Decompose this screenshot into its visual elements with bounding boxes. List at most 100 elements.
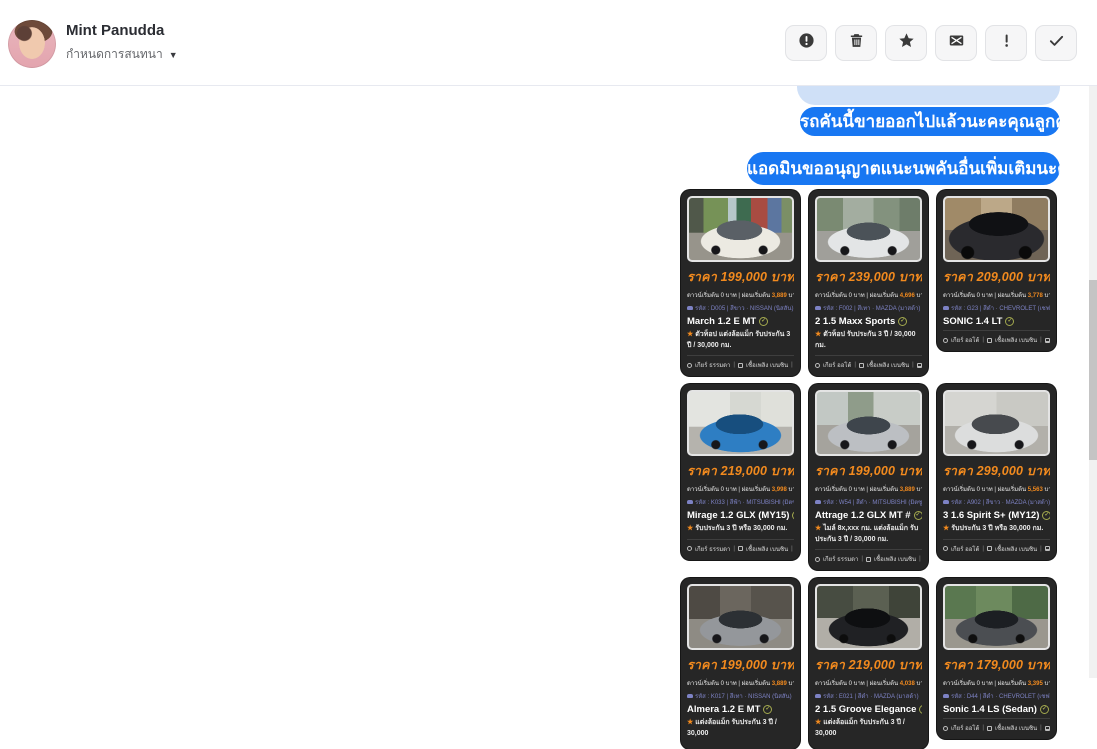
star-icon: ★ bbox=[687, 331, 694, 338]
code-text: รหัส : E021 | สีดำ · MAZDA (มาสด้า) bbox=[823, 694, 919, 700]
card-footer: เกียร์ ธรรมดา | เชื้อเพลิง เบนซิน | ปี 2… bbox=[687, 355, 794, 370]
finance-line: ดาวน์เริ่มต้น 0 บาท | ผ่อนเริ่มต้น 5,563… bbox=[943, 484, 1050, 494]
car-price: ราคา 179,000 บาท bbox=[943, 658, 1050, 672]
code-text: รหัส : D44 | สีดำ · CHEVROLET (เชฟโรเลต) bbox=[951, 694, 1050, 700]
highlight-line: ★ รับประกัน 3 ปี หรือ 30,000 กม. bbox=[687, 524, 794, 535]
year-icon bbox=[916, 362, 922, 368]
conversation-settings-label: กำหนดการสนทนา bbox=[66, 47, 163, 61]
mark-done-button[interactable] bbox=[1035, 25, 1077, 61]
car-price: ราคา 209,000 บาท bbox=[943, 270, 1050, 284]
flag-button[interactable] bbox=[985, 25, 1027, 61]
card-row: ราคา 199,000 บาท ดาวน์เริ่มต้น 0 บาท | ผ… bbox=[681, 578, 1057, 749]
fuel-text: เชื้อเพลิง เบนซิน bbox=[745, 546, 789, 553]
card-footer: เกียร์ ออโต้ | เชื้อเพลิง เบนซิน | ปี 20… bbox=[943, 538, 1050, 554]
scrollbar-thumb[interactable] bbox=[1089, 280, 1097, 460]
car-card[interactable]: ราคา 239,000 บาท ดาวน์เริ่มต้น 0 บาท | ผ… bbox=[809, 190, 928, 376]
code-line: รหัส : E021 | สีดำ · MAZDA (มาสด้า) bbox=[815, 691, 922, 701]
fuel-icon bbox=[986, 725, 992, 731]
car-photo bbox=[943, 390, 1050, 456]
car-card[interactable]: ราคา 199,000 บาท ดาวน์เริ่มต้น 0 บาท | ผ… bbox=[681, 190, 800, 376]
car-card[interactable]: ราคา 179,000 บาท ดาวน์เริ่มต้น 0 บาท | ผ… bbox=[937, 578, 1056, 739]
highlight-text: ตัวท็อป แต่งล้อแม็ก รับประกัน 3 ปี / 30,… bbox=[687, 331, 791, 349]
highlight-text: แต่งล้อแม็ก รับประกัน 3 ปี / 30,000 bbox=[815, 719, 905, 737]
highlight-text: แต่งล้อแม็ก รับประกัน 3 ปี / 30,000 bbox=[687, 719, 777, 737]
divider: | bbox=[861, 556, 863, 562]
car-price: ราคา 239,000 บาท bbox=[815, 270, 922, 284]
car-card[interactable]: ราคา 299,000 บาท ดาวน์เริ่มต้น 0 บาท | ผ… bbox=[937, 384, 1056, 560]
car-card[interactable]: ราคา 219,000 บาท ดาวน์เริ่มต้น 0 บาท | ผ… bbox=[809, 578, 928, 749]
finance-line: ดาวน์เริ่มต้น 0 บาท | ผ่อนเริ่มต้น 3,889… bbox=[815, 484, 922, 494]
highlight-line: ★ ตัวท็อป แต่งล้อแม็ก รับประกัน 3 ปี / 3… bbox=[687, 330, 794, 351]
model-name: Attrage 1.2 GLX MT # ✓ bbox=[815, 510, 922, 521]
exclamation-icon bbox=[998, 32, 1015, 54]
car-photo bbox=[815, 584, 922, 650]
car-card[interactable]: ราคา 199,000 บาท ดาวน์เริ่มต้น 0 บาท | ผ… bbox=[681, 578, 800, 749]
divider: | bbox=[982, 337, 984, 343]
car-photo bbox=[943, 584, 1050, 650]
finance-line: ดาวน์เริ่มต้น 0 บาท | ผ่อนเริ่มต้น 3,778… bbox=[943, 290, 1050, 300]
finance-pre: ดาวน์เริ่มต้น 0 บาท | ผ่อนเริ่มต้น bbox=[943, 681, 1027, 687]
star-icon: ★ bbox=[687, 525, 694, 532]
model-text: Sonic 1.4 LS (Sedan) bbox=[943, 704, 1037, 715]
car-price: ราคา 299,000 บาท bbox=[943, 464, 1050, 478]
divider: | bbox=[854, 362, 856, 368]
divider: | bbox=[733, 545, 735, 552]
gear-icon bbox=[943, 546, 948, 551]
finance-pre: ดาวน์เริ่มต้น 0 บาท | ผ่อนเริ่มต้น bbox=[943, 293, 1027, 299]
car-card[interactable]: ราคา 219,000 บาท ดาวน์เริ่มต้น 0 บาท | ผ… bbox=[681, 384, 800, 560]
conversation-settings-dropdown[interactable]: กำหนดการสนทนา ▼ bbox=[66, 45, 178, 64]
code-text: รหัส : A902 | สีขาว · MAZDA (มาสด้า) bbox=[951, 500, 1050, 506]
installment-amount: 3,998 bbox=[771, 487, 787, 493]
card-footer: เกียร์ ธรรมดา | เชื้อเพลิง เบนซิน | ปี 2… bbox=[687, 538, 794, 554]
verified-badge-icon: ✓ bbox=[763, 705, 773, 714]
delete-button[interactable] bbox=[835, 25, 877, 61]
car-card[interactable]: ราคา 209,000 บาท ดาวน์เริ่มต้น 0 บาท | ผ… bbox=[937, 190, 1056, 351]
car-icon bbox=[943, 306, 949, 310]
verified-badge-icon: ✓ bbox=[1039, 705, 1049, 714]
model-name: 2 1.5 Groove Elegance✓ bbox=[815, 704, 922, 715]
verified-badge-icon: ✓ bbox=[1042, 511, 1050, 520]
star-button[interactable] bbox=[885, 25, 927, 61]
report-button[interactable] bbox=[785, 25, 827, 61]
fuel-text: เชื้อเพลิง เบนซิน bbox=[866, 363, 910, 369]
finance-line: ดาวน์เริ่มต้น 0 บาท | ผ่อนเริ่มต้น 3,998… bbox=[687, 484, 794, 494]
highlight-line: ★ รับประกัน 3 ปี หรือ 30,000 กม. bbox=[943, 524, 1050, 535]
finance-pre: ดาวน์เริ่มต้น 0 บาท | ผ่อนเริ่มต้น bbox=[687, 293, 771, 299]
divider: | bbox=[1040, 337, 1042, 343]
gear-text: เกียร์ ธรรมดา bbox=[695, 363, 731, 369]
divider: | bbox=[733, 362, 735, 368]
trash-icon bbox=[848, 32, 865, 54]
divider: | bbox=[791, 362, 793, 368]
conversation-header: Mint Panudda กำหนดการสนทนา ▼ bbox=[0, 0, 1097, 86]
verified-badge-icon: ✓ bbox=[919, 705, 922, 714]
model-name: Almera 1.2 E MT ✓ bbox=[687, 704, 794, 715]
finance-pre: ดาวน์เริ่มต้น 0 บาท | ผ่อนเริ่มต้น bbox=[815, 681, 899, 687]
code-text: รหัส : K017 | สีเทา · NISSAN (นิสสัน) bbox=[695, 694, 792, 700]
divider: | bbox=[982, 725, 984, 731]
code-text: รหัส : G23 | สีดำ · CHEVROLET (เชฟโรเลต) bbox=[951, 306, 1050, 312]
finance-post: บาท | 84 งวด bbox=[1044, 293, 1050, 299]
finance-post: บาท | 84 งวด bbox=[788, 487, 794, 493]
card-footer: เกียร์ ธรรมดา | เชื้อเพลิง เบนซิน | ปี 2… bbox=[815, 549, 922, 564]
car-card[interactable]: ราคา 199,000 บาท ดาวน์เริ่มต้น 0 บาท | ผ… bbox=[809, 384, 928, 570]
code-line: รหัส : F002 | สีเทา · MAZDA (มาสด้า) bbox=[815, 303, 922, 313]
code-line: รหัส : D005 | สีขาว · NISSAN (นิสสัน) bbox=[687, 303, 794, 313]
model-name: SONIC 1.4 LT ✓ bbox=[943, 316, 1050, 327]
finance-pre: ดาวน์เริ่มต้น 0 บาท | ผ่อนเริ่มต้น bbox=[687, 681, 771, 687]
car-icon bbox=[815, 694, 821, 698]
car-icon bbox=[815, 500, 821, 504]
model-text: 3 1.6 Spirit S+ (MY12) bbox=[943, 510, 1040, 521]
star-icon: ★ bbox=[815, 719, 822, 726]
car-photo bbox=[815, 390, 922, 456]
car-icon bbox=[687, 500, 693, 504]
envelope-x-icon bbox=[948, 32, 965, 54]
finance-post: บาท | 84 งวด bbox=[1044, 487, 1050, 493]
gear-text: เกียร์ ออโต้ bbox=[951, 546, 980, 553]
divider: | bbox=[791, 545, 793, 552]
installment-amount: 3,889 bbox=[771, 681, 787, 687]
car-icon bbox=[687, 694, 693, 698]
finance-post: บาท | 84 งวด bbox=[788, 293, 794, 299]
mark-unread-button[interactable] bbox=[935, 25, 977, 61]
car-photo bbox=[687, 584, 794, 650]
avatar[interactable] bbox=[8, 20, 56, 68]
